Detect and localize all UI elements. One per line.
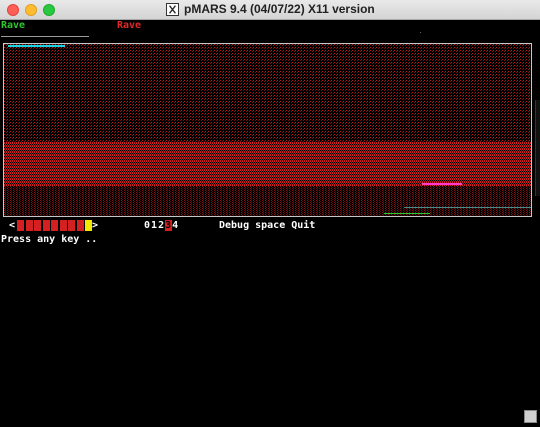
speed-level[interactable]: 0 <box>144 220 151 231</box>
minimize-window-button[interactable] <box>25 4 37 16</box>
speed-selector[interactable]: 01234 <box>144 219 179 232</box>
warrior-1-underline <box>1 36 89 37</box>
core-band-low <box>4 186 531 216</box>
side-scroll-marker <box>535 100 540 196</box>
resize-grip[interactable] <box>524 410 537 423</box>
warrior-1-activity <box>8 45 65 47</box>
core-band-mid <box>4 142 531 186</box>
command-menu[interactable]: Debug space Quit <box>219 219 315 232</box>
progress-cell <box>51 220 58 231</box>
progress-cell <box>68 220 75 231</box>
core-memory-map <box>4 44 531 216</box>
core-trace-bottom <box>404 207 531 208</box>
close-window-button[interactable] <box>7 4 19 16</box>
status-row: < > 01234 Debug space Quit <box>0 219 540 232</box>
progress-left-arrow: < <box>9 220 16 231</box>
x11-icon <box>166 3 179 16</box>
zoom-window-button[interactable] <box>43 4 55 16</box>
progress-cell <box>17 220 24 231</box>
progress-cursor <box>85 220 92 231</box>
pmars-window: pMARS 9.4 (04/07/22) X11 version Rave Ra… <box>0 0 540 427</box>
warrior-2-name: Rave <box>117 20 142 31</box>
warrior-1-trace <box>384 213 430 214</box>
core-display <box>3 43 532 217</box>
progress-cell <box>76 220 84 231</box>
warrior-1-name: Rave <box>1 20 26 31</box>
speed-level[interactable]: 1 <box>151 220 158 231</box>
press-any-key-prompt: Press any key .. <box>1 234 98 245</box>
progress-right-arrow: > <box>92 220 99 231</box>
core-band-top <box>4 44 531 142</box>
speed-level[interactable]: 4 <box>172 220 179 231</box>
warrior-2-trace <box>422 183 462 185</box>
progress-cell <box>25 220 33 231</box>
progress-cell <box>34 220 41 231</box>
window-title: pMARS 9.4 (04/07/22) X11 version <box>184 2 375 16</box>
progress-cell <box>59 220 67 231</box>
progress-cell <box>42 220 50 231</box>
stray-pixel <box>420 32 421 33</box>
title-bar: pMARS 9.4 (04/07/22) X11 version <box>0 0 540 20</box>
